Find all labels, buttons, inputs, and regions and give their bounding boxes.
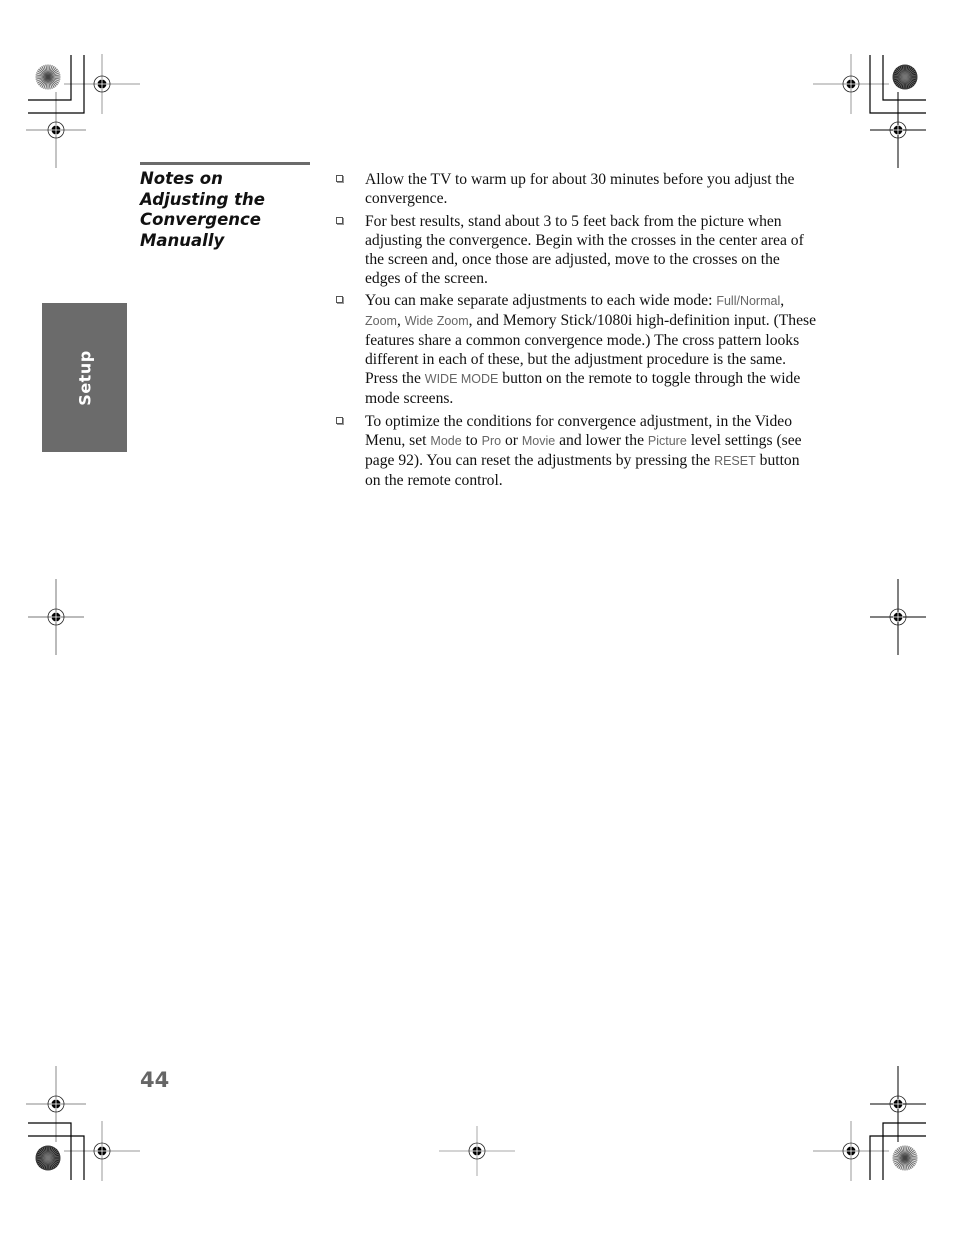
registration-target-light-icon: [35, 64, 61, 90]
registration-target-light-icon: [892, 1145, 918, 1171]
heading-rule: [140, 162, 310, 165]
registration-target-dark-icon: [892, 64, 918, 90]
note-text: to: [461, 431, 482, 449]
registration-target-dark-icon: [35, 1145, 61, 1171]
crosshair-icon: [439, 1126, 515, 1176]
note-item: You can make separate adjustments to eac…: [336, 291, 816, 408]
heading-line: Convergence: [140, 210, 261, 229]
crosshair-icon: [26, 92, 86, 168]
crosshair-icon: [813, 54, 889, 114]
ui-term: Picture: [647, 433, 687, 448]
note-item: For best results, stand about 3 to 5 fee…: [336, 212, 816, 288]
checkbox-bullet-icon: [336, 175, 343, 182]
ui-term: Zoom: [365, 314, 397, 328]
heading-line: Notes on: [140, 169, 223, 188]
ui-term: Pro: [481, 433, 502, 448]
note-text: and lower the: [555, 431, 648, 449]
crosshair-icon: [870, 1066, 926, 1142]
checkbox-bullet-icon: [336, 416, 343, 424]
chapter-side-tab: Setup: [42, 303, 127, 452]
crosshair-icon: [813, 1121, 889, 1181]
ui-term: Mode: [430, 433, 462, 448]
crosshair-icon: [28, 579, 84, 655]
heading-line: Manually: [140, 230, 225, 250]
page-number: 44: [140, 1068, 170, 1092]
checkbox-bullet-icon: [336, 296, 343, 303]
crosshair-icon: [870, 92, 926, 168]
ui-term: Wide Zoom: [404, 314, 469, 328]
checkbox-bullet-icon: [336, 216, 343, 224]
ui-term: Movie: [521, 433, 556, 448]
note-text: or: [501, 431, 522, 449]
crosshair-icon: [26, 1066, 86, 1142]
ui-term: Full/Normal: [716, 294, 781, 308]
note-text: ,: [780, 292, 785, 309]
note-text: You can make separate adjustments to eac…: [365, 292, 717, 309]
notes-list: Allow the TV to warm up for about 30 min…: [336, 170, 816, 493]
ui-term: WIDE MODE: [424, 372, 499, 386]
note-item: Allow the TV to warm up for about 30 min…: [336, 170, 816, 208]
note-text: Allow the TV to warm up for about 30 min…: [365, 171, 795, 207]
ui-term: RESET: [714, 453, 756, 468]
crosshair-icon: [870, 579, 926, 655]
note-text: For best results, stand about 3 to 5 fee…: [365, 212, 804, 287]
crosshair-icon: [64, 54, 140, 114]
chapter-tab-label: Setup: [75, 349, 94, 406]
crosshair-icon: [64, 1121, 140, 1181]
section-heading: Notes on Adjusting the Convergence Manua…: [140, 169, 315, 251]
note-item: To optimize the conditions for convergen…: [336, 412, 816, 490]
heading-line: Adjusting the: [140, 189, 265, 209]
note-text: ,: [396, 312, 405, 329]
